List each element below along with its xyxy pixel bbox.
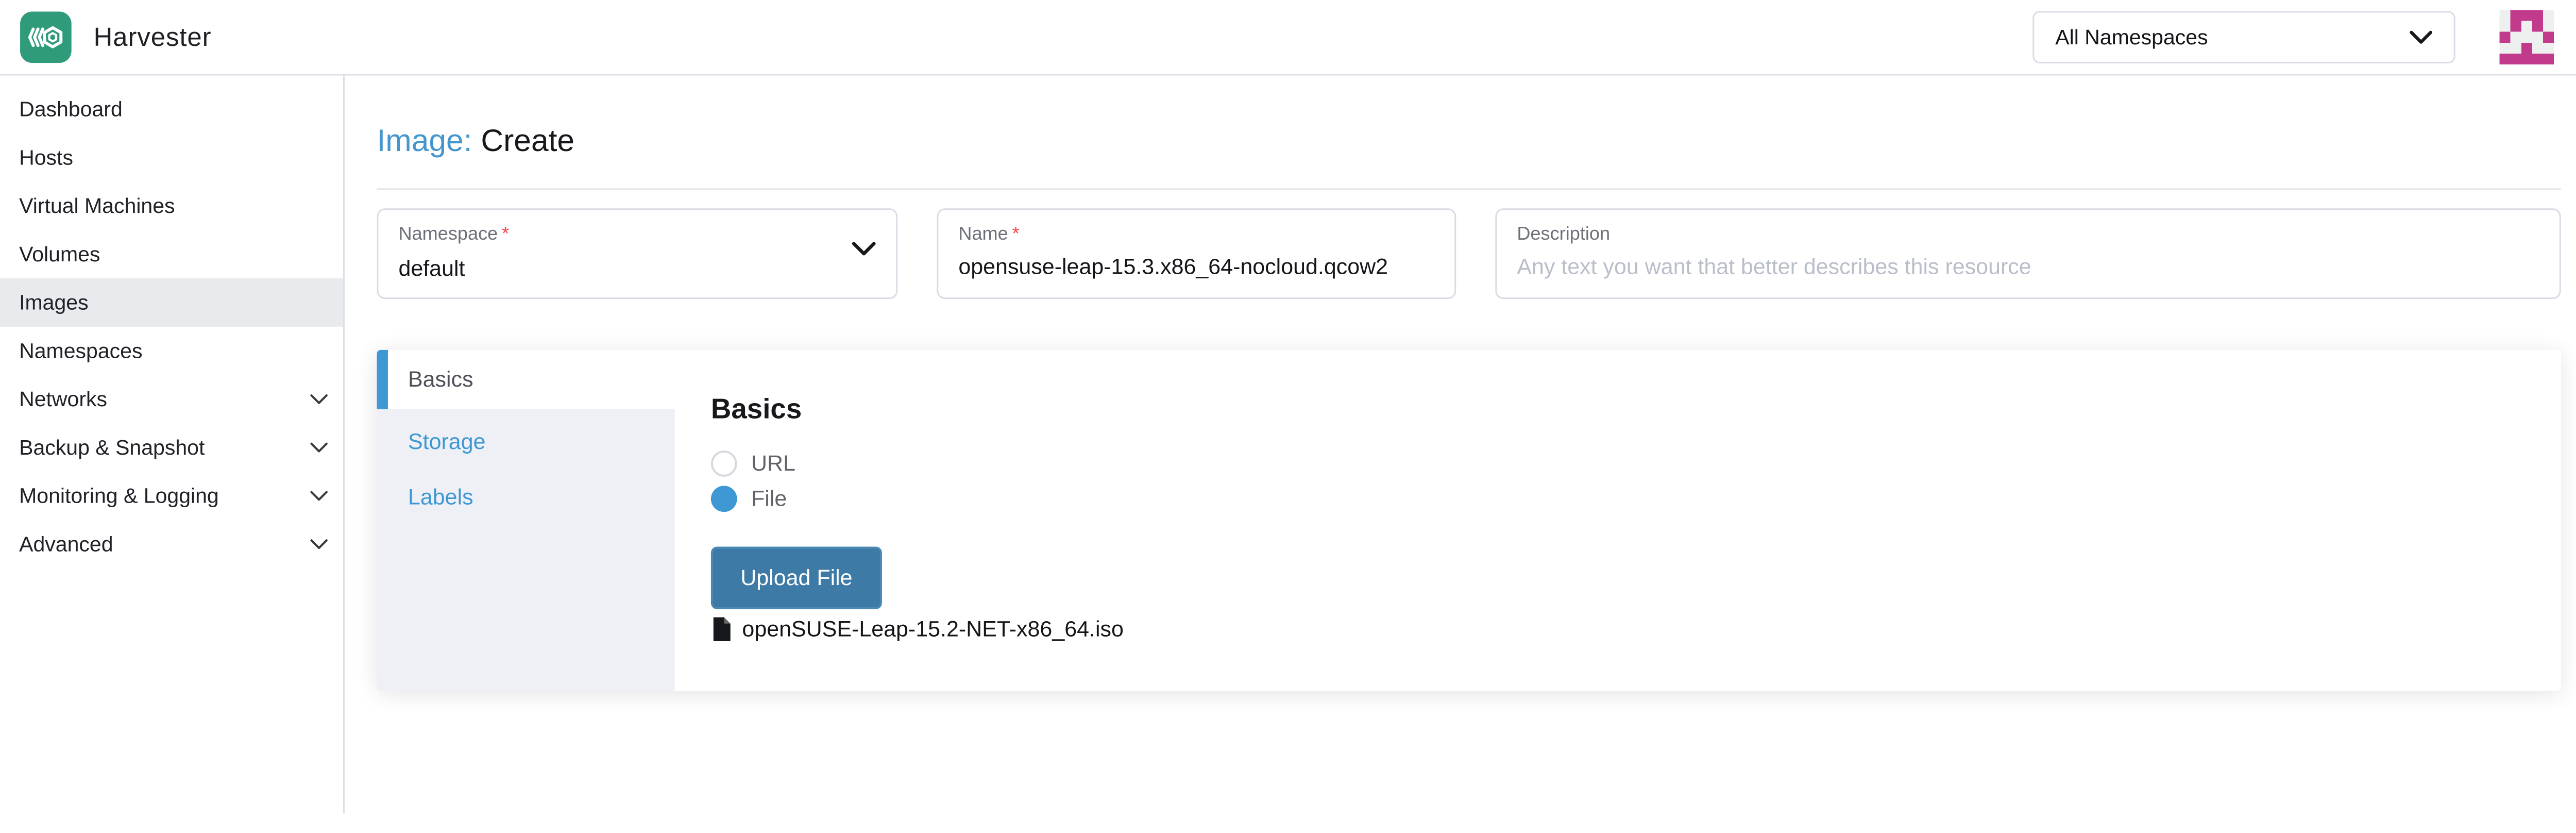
tab-basics[interactable]: Basics — [377, 350, 674, 409]
chevron-down-icon — [310, 394, 328, 405]
brand-home-link[interactable]: Harvester — [20, 11, 211, 63]
main-content: Image: Create Namespace* default Name* — [345, 75, 2576, 813]
sidebar-item-images[interactable]: Images — [0, 278, 343, 327]
app-title: Harvester — [94, 22, 212, 52]
harvester-logo-icon — [20, 11, 72, 63]
radio-option-url[interactable]: URL — [711, 450, 2541, 477]
tab-storage[interactable]: Storage — [377, 414, 674, 470]
namespace-filter-value: All Namespaces — [2055, 25, 2410, 49]
namespace-filter-dropdown[interactable]: All Namespaces — [2032, 11, 2455, 63]
page-title-resource: Image: — [377, 123, 472, 158]
top-header: Harvester All Namespaces — [0, 0, 2576, 75]
harvester-app: Harvester All Namespaces — [0, 0, 2576, 813]
name-label: Name* — [958, 223, 1434, 244]
radio-checked-icon — [711, 486, 737, 512]
description-field: Description — [1495, 208, 2561, 299]
sidebar-item-hosts[interactable]: Hosts — [0, 134, 343, 182]
sidebar-item-namespaces[interactable]: Namespaces — [0, 327, 343, 375]
basics-panel: Basics URL File Upload File — [675, 350, 2561, 691]
chevron-down-icon — [852, 241, 876, 256]
uploaded-file-name: openSUSE-Leap-15.2-NET-x86_64.iso — [742, 617, 1123, 642]
name-field: Name* — [937, 208, 1456, 299]
required-asterisk: * — [1012, 223, 1020, 244]
panel-heading: Basics — [711, 395, 2541, 423]
chevron-down-icon — [310, 490, 328, 501]
create-image-card: Basics Storage Labels Basics — [377, 350, 2561, 691]
sidebar-item-networks[interactable]: Networks — [0, 375, 343, 424]
sidebar-item-virtual-machines[interactable]: Virtual Machines — [0, 182, 343, 230]
description-label: Description — [1517, 223, 2539, 244]
radio-option-file[interactable]: File — [711, 485, 2541, 512]
sidebar-item-advanced[interactable]: Advanced — [0, 520, 343, 569]
tab-column: Basics Storage Labels — [377, 350, 674, 691]
chevron-down-icon — [2410, 30, 2433, 44]
name-input[interactable] — [958, 254, 1434, 279]
sidebar-item-backup-snapshot[interactable]: Backup & Snapshot — [0, 423, 343, 472]
tab-labels[interactable]: Labels — [377, 470, 674, 525]
uploaded-file-row: openSUSE-Leap-15.2-NET-x86_64.iso — [711, 616, 2541, 642]
sidebar-item-monitoring-logging[interactable]: Monitoring & Logging — [0, 472, 343, 520]
namespace-value: default — [398, 256, 876, 281]
chevron-down-icon — [310, 539, 328, 549]
namespace-select[interactable]: Namespace* default — [377, 208, 897, 299]
namespace-label: Namespace* — [398, 223, 876, 244]
description-input[interactable] — [1517, 254, 2539, 279]
sidebar-item-dashboard[interactable]: Dashboard — [0, 85, 343, 134]
title-divider — [377, 188, 2561, 190]
chevron-down-icon — [310, 442, 328, 453]
page-title-action: Create — [481, 123, 574, 158]
sidebar-item-volumes[interactable]: Volumes — [0, 230, 343, 278]
sidebar: Dashboard Hosts Virtual Machines Volumes… — [0, 75, 345, 813]
user-avatar-identicon[interactable] — [2500, 10, 2554, 64]
file-document-icon — [711, 617, 731, 642]
radio-unchecked-icon — [711, 451, 737, 477]
tab-list-rest: Storage Labels — [377, 409, 674, 691]
metadata-form-row: Namespace* default Name* Description — [377, 208, 2561, 299]
upload-file-button[interactable]: Upload File — [711, 547, 882, 609]
page-title: Image: Create — [377, 124, 2561, 157]
required-asterisk: * — [502, 223, 509, 244]
